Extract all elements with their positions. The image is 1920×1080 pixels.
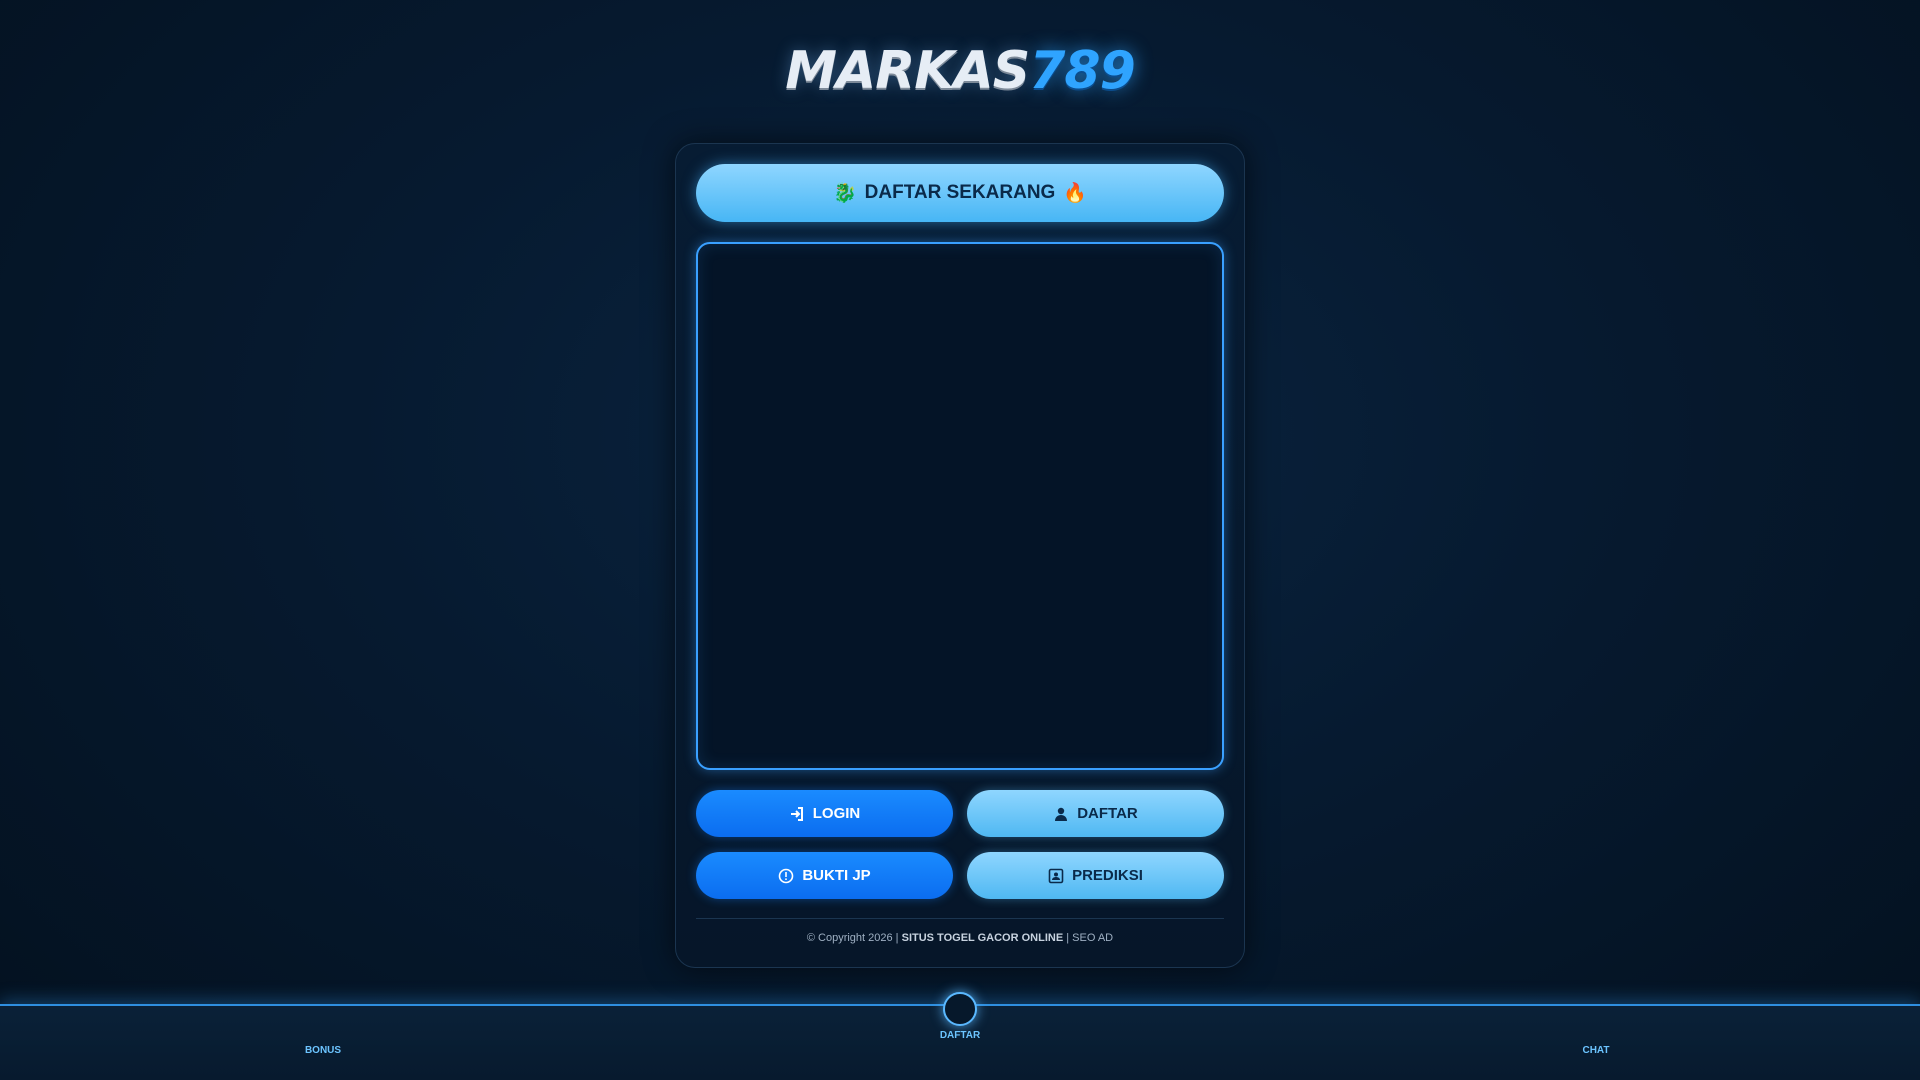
footer-divider [696,918,1224,919]
bukti-jp-label: BUKTI JP [802,867,871,884]
nav-daftar-circle-icon[interactable] [943,992,977,1026]
login-icon [790,806,803,821]
footer-separator: | [1066,932,1070,944]
register-label: DAFTAR [1077,805,1138,822]
prediksi-button[interactable]: PREDIKSI [967,852,1224,899]
dragon-icon: 🐉 [832,183,857,204]
register-now-label: DAFTAR SEKARANG [864,182,1056,203]
alert-circle-icon [779,868,794,883]
copyright-footer: © Copyright 2026 | SITUS TOGEL GACOR ONL… [676,932,1244,944]
nav-chat[interactable]: CHAT [1546,1045,1646,1056]
copyright-text: © Copyright 2026 | [806,932,899,944]
site-logo[interactable]: MARKAS789 [0,38,1920,104]
nav-bonus[interactable]: BONUS [273,1045,373,1056]
logo-text-part1: MARKAS [785,41,1030,101]
portrait-box-icon [1048,868,1064,883]
fire-icon: 🔥 [1063,183,1088,204]
banner-frame [696,242,1224,770]
prediksi-label: PREDIKSI [1072,867,1143,884]
register-now-button[interactable]: 🐉 DAFTAR SEKARANG 🔥 [696,164,1224,222]
main-card: 🐉 DAFTAR SEKARANG 🔥 LOGIN DAFTAR BUKTI J… [675,143,1245,968]
seo-ad-link[interactable]: SEO AD [1072,932,1113,944]
register-button[interactable]: DAFTAR [967,790,1224,837]
nav-daftar[interactable]: DAFTAR [910,1030,1010,1041]
site-name-link[interactable]: SITUS TOGEL GACOR ONLINE [902,932,1064,944]
bukti-jp-button[interactable]: BUKTI JP [696,852,953,899]
user-icon [1055,807,1068,821]
login-label: LOGIN [812,805,861,822]
logo-text-part2: 789 [1029,41,1136,101]
login-button[interactable]: LOGIN [696,790,953,837]
